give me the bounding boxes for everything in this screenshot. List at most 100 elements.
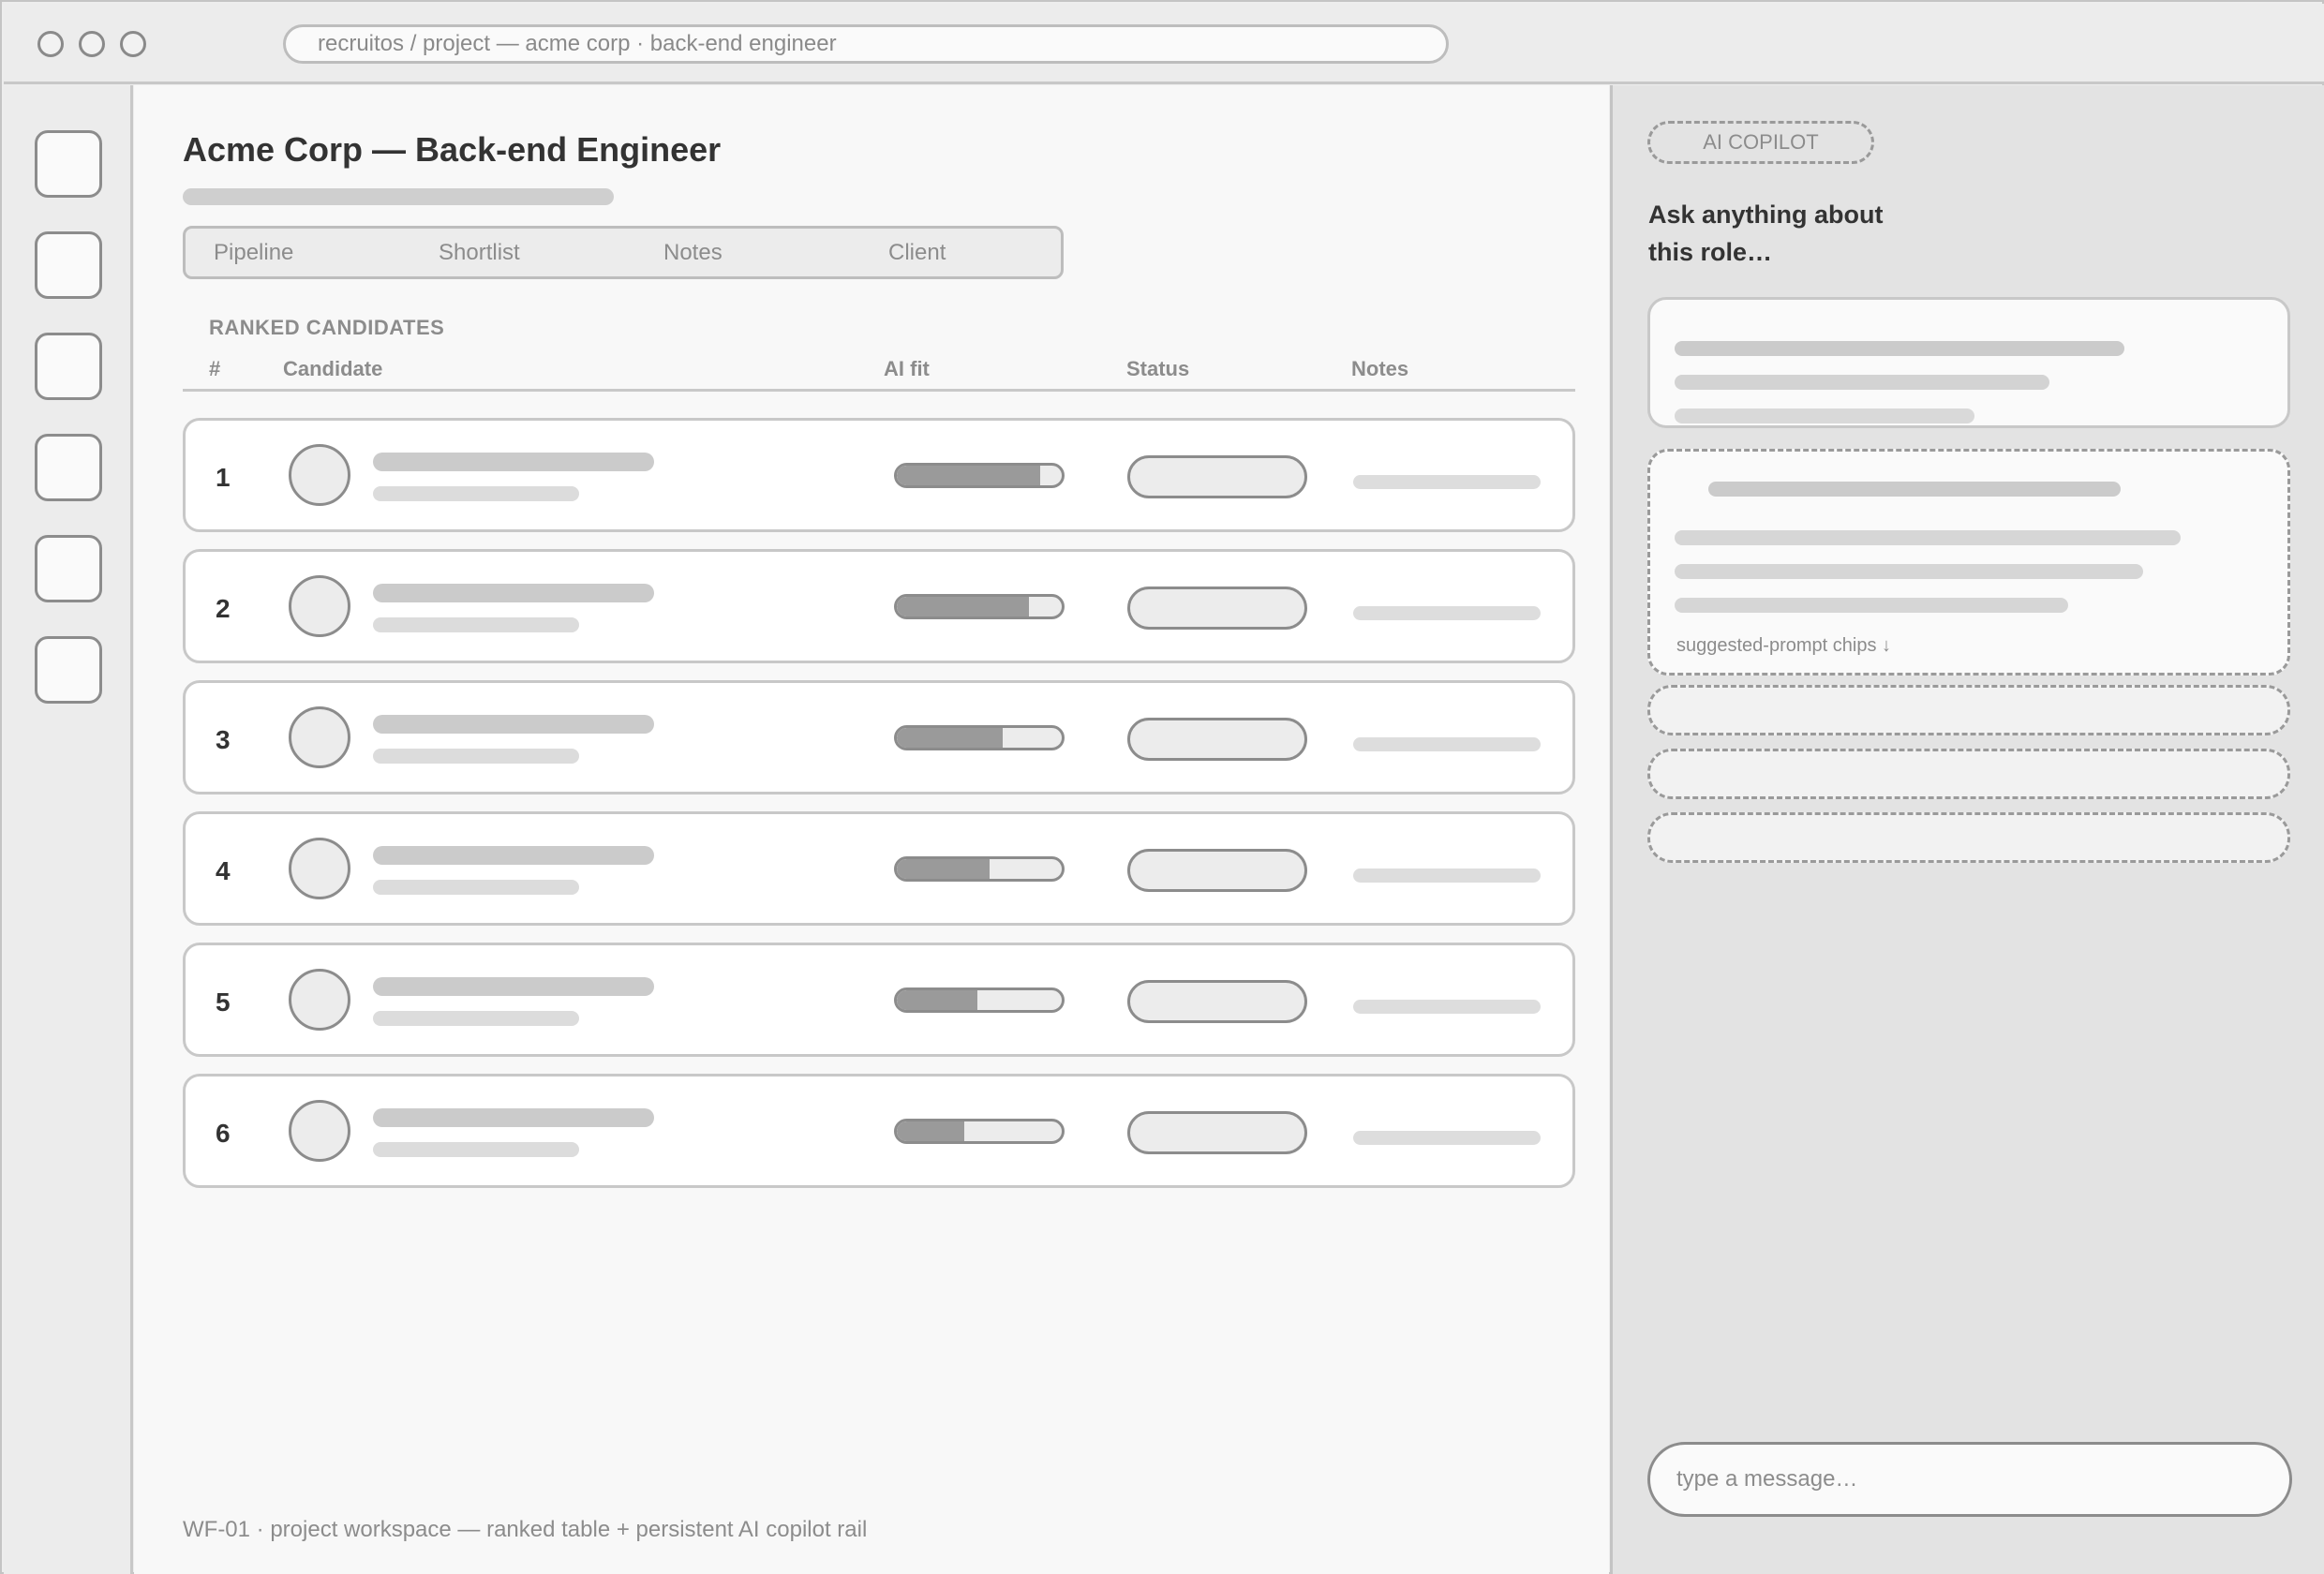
browser-toolbar: recruitos / project — acme corp · back-e… (4, 4, 2324, 84)
message-line (1675, 375, 2049, 390)
ai-fit-fill (897, 728, 1003, 748)
ai-fit-bar (894, 725, 1065, 750)
suggested-prompt-chip[interactable] (1647, 749, 2290, 799)
candidate-detail-placeholder (373, 880, 579, 895)
table-row[interactable]: 4 (183, 811, 1575, 926)
ai-fit-fill (897, 597, 1029, 616)
tab-pipeline[interactable]: Pipeline (214, 229, 293, 276)
status-pill[interactable] (1127, 455, 1307, 498)
ai-fit-bar (894, 1119, 1065, 1144)
ai-fit-bar (894, 987, 1065, 1013)
window-maximize-dot[interactable] (120, 31, 146, 57)
project-workspace: Acme Corp — Back-end Engineer Pipeline S… (134, 85, 1609, 1574)
response-heading-line (1708, 482, 2121, 497)
window-close-dot[interactable] (37, 31, 64, 57)
section-label: RANKED CANDIDATES (209, 316, 445, 339)
status-pill[interactable] (1127, 1111, 1307, 1154)
col-header-status[interactable]: Status (1126, 357, 1189, 381)
avatar (289, 575, 350, 637)
candidate-name-placeholder (373, 977, 654, 996)
nav-icon-1[interactable] (35, 130, 102, 198)
response-line (1675, 530, 2181, 545)
message-line (1675, 341, 2124, 356)
avatar (289, 1100, 350, 1162)
ai-fit-bar (894, 594, 1065, 619)
tab-client[interactable]: Client (888, 229, 946, 276)
candidate-detail-placeholder (373, 1142, 579, 1157)
page-title: Acme Corp — Back-end Engineer (183, 130, 722, 169)
ai-copilot-rail: AI COPILOT Ask anything about this role…… (1610, 85, 2324, 1574)
col-header-rank: # (209, 357, 221, 380)
candidate-name-placeholder (373, 846, 654, 865)
copilot-response-card: suggested-prompt chips ↓ (1647, 449, 2290, 676)
ai-fit-bar (894, 463, 1065, 488)
table-row[interactable]: 2 (183, 549, 1575, 663)
ai-copilot-badge: AI COPILOT (1647, 121, 1874, 164)
suggested-prompt-chip[interactable] (1647, 685, 2290, 735)
ai-fit-fill (897, 990, 978, 1010)
candidate-name-placeholder (373, 453, 654, 471)
nav-icon-6[interactable] (35, 636, 102, 704)
response-line (1675, 564, 2143, 579)
avatar (289, 444, 350, 506)
ai-fit-fill (897, 466, 1041, 485)
notes-placeholder (1353, 475, 1541, 489)
status-pill[interactable] (1127, 980, 1307, 1023)
nav-icon-2[interactable] (35, 231, 102, 299)
rank-number: 6 (216, 1119, 231, 1148)
col-header-candidate[interactable]: Candidate (283, 357, 382, 381)
candidate-detail-placeholder (373, 486, 579, 501)
table-row[interactable]: 6 (183, 1074, 1575, 1188)
chips-annotation: suggested-prompt chips ↓ (1676, 635, 1892, 656)
status-pill[interactable] (1127, 849, 1307, 892)
status-pill[interactable] (1127, 718, 1307, 761)
candidate-detail-placeholder (373, 617, 579, 632)
candidate-detail-placeholder (373, 1011, 579, 1026)
rank-number: 5 (216, 987, 231, 1017)
rank-number: 4 (216, 856, 231, 885)
notes-placeholder (1353, 1000, 1541, 1014)
subtitle-placeholder (183, 188, 614, 205)
ai-fit-fill (897, 859, 990, 879)
window-minimize-dot[interactable] (79, 31, 105, 57)
nav-icon-4[interactable] (35, 434, 102, 501)
avatar (289, 969, 350, 1031)
wireframe-footnote: WF-01 · project workspace — ranked table… (183, 1517, 868, 1542)
header-divider (183, 389, 1575, 392)
ai-fit-bar (894, 856, 1065, 882)
candidate-name-placeholder (373, 715, 654, 734)
suggested-prompt-chip[interactable] (1647, 812, 2290, 863)
message-input[interactable]: type a message… (1647, 1442, 2292, 1517)
candidate-name-placeholder (373, 584, 654, 602)
status-pill[interactable] (1127, 587, 1307, 630)
notes-placeholder (1353, 1131, 1541, 1145)
rank-number: 1 (216, 463, 231, 492)
rank-number: 3 (216, 725, 231, 754)
copilot-prompt: Ask anything about this role… (1648, 200, 1884, 266)
tab-bar: Pipeline Shortlist Notes Client (183, 226, 1064, 279)
avatar (289, 706, 350, 768)
message-line (1675, 408, 1974, 423)
table-row[interactable]: 5 (183, 943, 1575, 1057)
notes-placeholder (1353, 869, 1541, 883)
address-bar[interactable]: recruitos / project — acme corp · back-e… (283, 24, 1449, 64)
rank-number: 2 (216, 594, 231, 623)
candidate-name-placeholder (373, 1108, 654, 1127)
col-header-notes[interactable]: Notes (1351, 357, 1408, 381)
notes-placeholder (1353, 606, 1541, 620)
copilot-message-card (1647, 297, 2290, 428)
ai-fit-fill (897, 1121, 965, 1141)
notes-placeholder (1353, 737, 1541, 751)
left-nav-rail (4, 85, 133, 1574)
table-row[interactable]: 1 (183, 418, 1575, 532)
candidate-detail-placeholder (373, 749, 579, 764)
app-window: recruitos / project — acme corp · back-e… (0, 0, 2324, 1574)
col-header-ai-fit[interactable]: AI fit (884, 357, 930, 381)
tab-shortlist[interactable]: Shortlist (439, 229, 520, 276)
table-row[interactable]: 3 (183, 680, 1575, 794)
nav-icon-3[interactable] (35, 333, 102, 400)
tab-notes[interactable]: Notes (663, 229, 723, 276)
nav-icon-5[interactable] (35, 535, 102, 602)
avatar (289, 838, 350, 899)
response-line (1675, 598, 2068, 613)
